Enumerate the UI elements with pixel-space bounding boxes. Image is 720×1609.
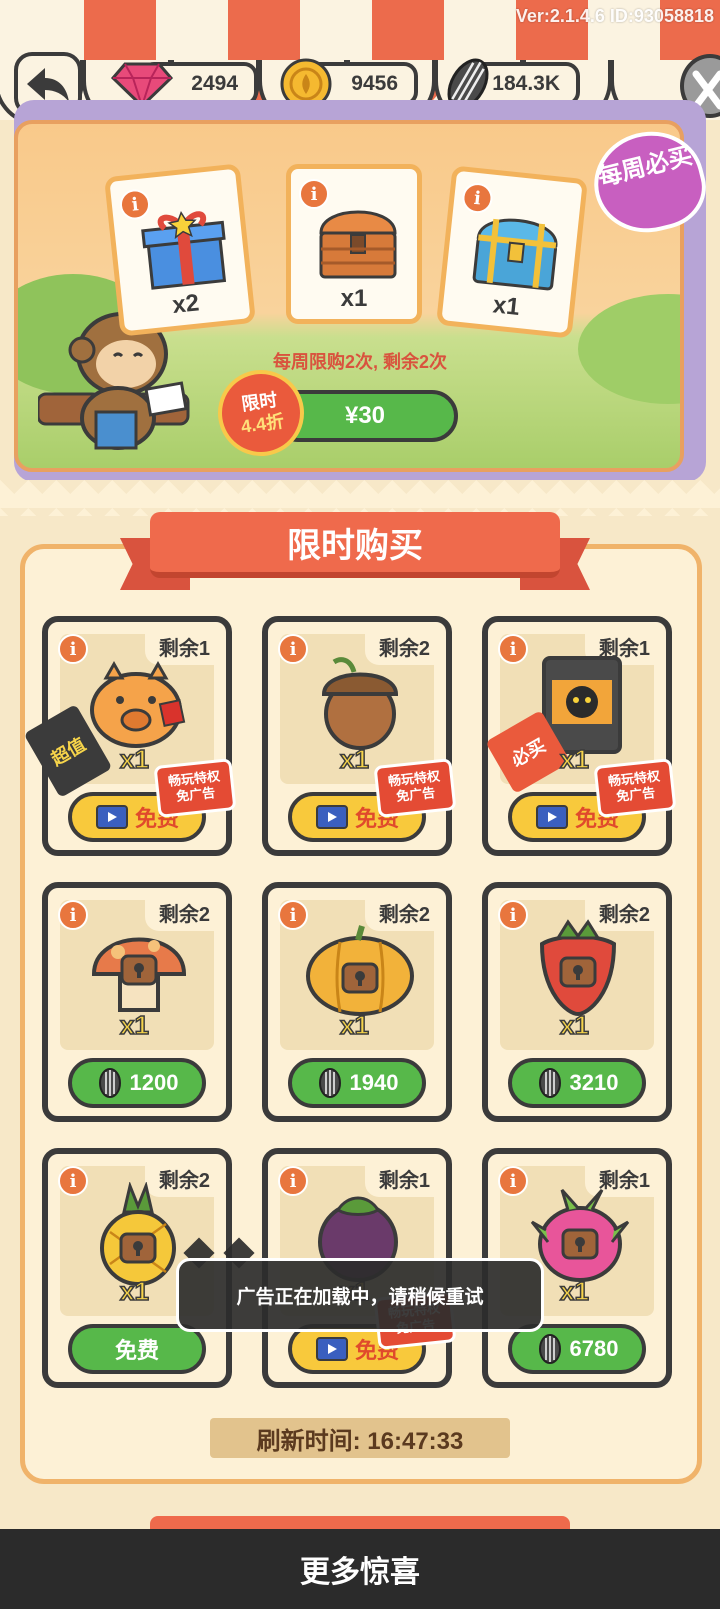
- locked-pumpkin-icon: [306, 925, 414, 1016]
- piggy-bank-icon: [90, 660, 186, 748]
- shop-item-pumpkin: 剩余2 i x1 1940: [262, 882, 452, 1122]
- button-label: 1940: [349, 1070, 399, 1095]
- item-qty: x1: [339, 1009, 369, 1041]
- acorn-icon: [321, 657, 399, 750]
- item-qty: x1: [559, 1009, 589, 1041]
- shop-item-strawberry: 剩余2 i x1 3210: [482, 882, 672, 1122]
- item-qty: x1: [559, 1275, 589, 1307]
- video-ad-icon: [95, 805, 128, 829]
- ad-loading-toast: 广告正在加载中，请稍候重试: [176, 1258, 544, 1332]
- button-label: 6780: [569, 1336, 619, 1361]
- item-qty: x1: [559, 743, 589, 775]
- item-qty: x2: [170, 289, 201, 320]
- info-icon[interactable]: i: [58, 1166, 88, 1196]
- button-label: 3210: [569, 1070, 619, 1095]
- weekly-item-wooden-chest[interactable]: i x1: [286, 164, 422, 324]
- sunflower-seed-icon: [98, 1068, 121, 1098]
- vip-no-ads-tag: 畅玩特权免广告: [593, 758, 677, 818]
- video-ad-icon: [535, 805, 568, 829]
- locked-mushroom-icon: [91, 937, 187, 1012]
- shop-item-piggy-bank: 剩余1 i 超值 x1 免费 畅玩特权 免广告: [23, 616, 237, 856]
- button-label: 1200: [129, 1070, 179, 1095]
- sunflower-seed-icon: [538, 1334, 561, 1364]
- shop-item-seed-bag: 剩余1 i 必买 x1 免费 畅玩特权 免广告: [482, 616, 677, 856]
- locked-pineapple-icon: [100, 1182, 176, 1286]
- info-icon[interactable]: i: [498, 1166, 528, 1196]
- version-label: Ver:2.1.4.6 ID:93058818: [515, 6, 714, 26]
- wooden-chest-icon: [319, 210, 397, 279]
- item-qty: x1: [119, 1275, 149, 1307]
- shop-screen: Ver:2.1.4.6 ID:93058818 2494 9456 184.3K: [0, 0, 720, 1609]
- discount-badge-bottom: 4.4折: [239, 410, 286, 437]
- buy-with-seeds-button[interactable]: 3210: [508, 1058, 646, 1108]
- sunflower-seed-icon: [538, 1068, 561, 1098]
- coin-count: 9456: [351, 72, 398, 95]
- more-surprises-bar[interactable]: 更多惊喜: [0, 1529, 720, 1609]
- item-qty: x1: [339, 743, 369, 775]
- seed-count: 184.3K: [492, 72, 560, 95]
- gem-count: 2494: [191, 72, 238, 95]
- locked-strawberry-icon: [539, 919, 617, 1017]
- shop-item-mushroom: 剩余2 i x1 1200: [42, 882, 232, 1122]
- vip-line2: 免广告: [395, 784, 436, 804]
- weekly-item-golden-chest[interactable]: i x1: [436, 165, 588, 339]
- shop-title: 限时购买: [150, 512, 560, 578]
- button-label: 免费: [114, 1338, 159, 1363]
- video-ad-icon: [315, 1337, 348, 1361]
- refresh-timer: 刷新时间: 16:47:33: [210, 1418, 510, 1458]
- buy-with-seeds-button[interactable]: 1200: [68, 1058, 206, 1108]
- golden-chest-icon: [472, 218, 558, 291]
- buy-with-seeds-button[interactable]: 1940: [288, 1058, 426, 1108]
- item-qty: x1: [340, 285, 368, 312]
- back-arrow-icon: [27, 68, 69, 102]
- sunflower-seed-icon: [318, 1068, 341, 1098]
- shop-title-ribbon: 限时购买: [120, 512, 590, 590]
- shop-item-acorn: 剩余2 i x1 免费 畅玩特权 免广告: [262, 616, 457, 856]
- vip-line2: 免广告: [175, 784, 216, 804]
- vip-no-ads-tag: 畅玩特权免广告: [373, 758, 457, 818]
- item-qty: x1: [119, 1009, 149, 1041]
- weekly-item-gift[interactable]: i x2: [104, 163, 256, 337]
- divider: [0, 480, 720, 516]
- video-ad-icon: [315, 805, 348, 829]
- price-label: ¥30: [344, 402, 386, 429]
- info-icon[interactable]: i: [498, 900, 528, 930]
- info-icon[interactable]: i: [278, 1166, 308, 1196]
- info-icon[interactable]: i: [278, 634, 308, 664]
- more-surprises-label: 更多惊喜: [300, 1556, 420, 1589]
- vip-no-ads-tag: 畅玩特权免广告: [153, 758, 237, 818]
- info-icon[interactable]: i: [498, 634, 528, 664]
- gift-box-icon: [141, 211, 227, 290]
- item-qty: x1: [119, 743, 149, 775]
- vip-line2: 免广告: [615, 784, 656, 804]
